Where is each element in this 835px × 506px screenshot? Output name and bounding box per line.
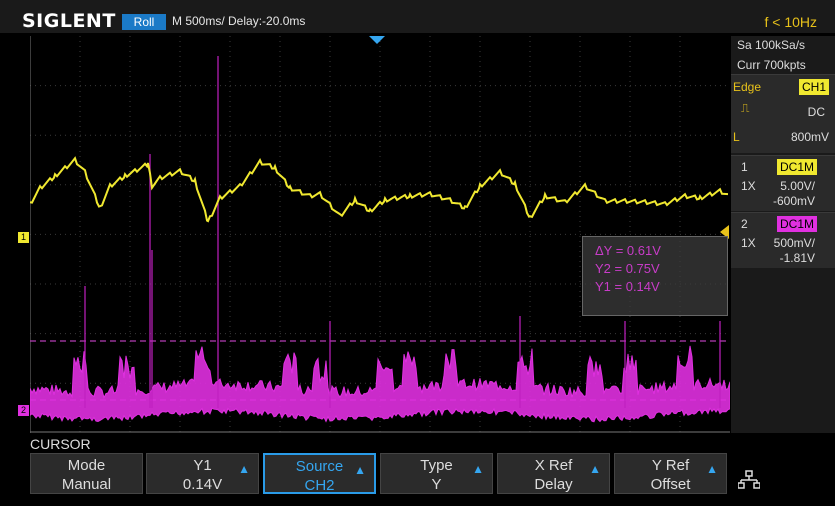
y1-softkey[interactable]: Y1 0.14V ▲ xyxy=(146,453,259,494)
rising-edge-icon: ⎍ xyxy=(741,101,750,115)
softkey-label: Mode xyxy=(67,457,106,474)
y2-readout: Y2 = 0.75V xyxy=(595,261,660,276)
softkey-value: Delay xyxy=(534,476,573,493)
ch2-offset: -1.81V xyxy=(779,251,815,265)
ch1-number: 1 xyxy=(741,160,748,174)
sample-rate: Sa 100kSa/s xyxy=(737,38,806,52)
trigger-source: CH1 xyxy=(798,79,829,95)
ch1-panel[interactable]: 1 DC1M 1X 5.00V/ -600mV xyxy=(731,155,835,211)
knob-adjust-icon: ▲ xyxy=(589,462,601,476)
ch2-coupling: DC1M xyxy=(776,216,817,232)
ch2-scale: 500mV/ xyxy=(773,236,815,250)
knob-adjust-icon: ▲ xyxy=(706,462,718,476)
trigger-type: Edge xyxy=(733,80,762,94)
ch2-panel[interactable]: 2 DC1M 1X 500mV/ -1.81V xyxy=(731,212,835,268)
softkey-value: CH2 xyxy=(304,477,335,494)
type-softkey[interactable]: Type Y ▲ xyxy=(380,453,493,494)
softkey-value: Y xyxy=(431,476,442,493)
memory-depth: Curr 700kpts xyxy=(737,58,806,72)
cursor-readout-box: ΔY = 0.61V Y2 = 0.75V Y1 = 0.14V xyxy=(582,236,728,316)
timebase-readout: M 500ms/ Delay:-20.0ms xyxy=(172,14,306,28)
y-ref-softkey[interactable]: Y Ref Offset ▲ xyxy=(614,453,727,494)
source-softkey[interactable]: Source CH2 ▲ xyxy=(263,453,376,494)
trigger-level-label: L xyxy=(733,130,740,144)
trigger-level: 800mV xyxy=(790,130,829,144)
ch1-probe: 1X xyxy=(741,179,756,193)
ch1-offset: -600mV xyxy=(772,194,815,208)
frequency-counter: f < 10Hz xyxy=(764,14,817,30)
delta-y-readout: ΔY = 0.61V xyxy=(595,243,661,258)
ch2-probe: 1X xyxy=(741,236,756,250)
ch1-scale: 5.00V/ xyxy=(780,179,815,193)
softkey-value: Offset xyxy=(650,476,691,493)
trigger-coupling: DC xyxy=(807,105,825,119)
mode-softkey[interactable]: Mode Manual xyxy=(30,453,143,494)
brand-logo: SIGLENT xyxy=(22,10,116,32)
ch1-level-marker[interactable]: 1 xyxy=(18,232,29,243)
softkey-value: 0.14V xyxy=(182,476,223,493)
trigger-panel[interactable]: Edge CH1 ⎍ DC L 800mV xyxy=(731,74,835,153)
roll-mode-badge[interactable]: Roll xyxy=(122,14,166,30)
ch2-number: 2 xyxy=(741,217,748,231)
knob-adjust-icon: ▲ xyxy=(238,462,250,476)
x-ref-softkey[interactable]: X Ref Delay ▲ xyxy=(497,453,610,494)
network-icon xyxy=(737,470,761,495)
knob-adjust-icon: ▲ xyxy=(354,463,366,477)
ch1-coupling: DC1M xyxy=(776,159,817,175)
right-info-panel: Sa 100kSa/s Curr 700kpts Edge CH1 ⎍ DC L… xyxy=(731,36,835,433)
ch2-level-marker[interactable]: 2 xyxy=(18,405,29,416)
top-status-bar: SIGLENT Roll M 500ms/ Delay:-20.0ms f < … xyxy=(0,0,835,33)
waveform-display[interactable] xyxy=(30,36,730,433)
knob-adjust-icon: ▲ xyxy=(472,462,484,476)
y1-readout: Y1 = 0.14V xyxy=(595,279,660,294)
menu-title: CURSOR xyxy=(30,436,91,452)
softkey-value: Manual xyxy=(61,476,112,493)
